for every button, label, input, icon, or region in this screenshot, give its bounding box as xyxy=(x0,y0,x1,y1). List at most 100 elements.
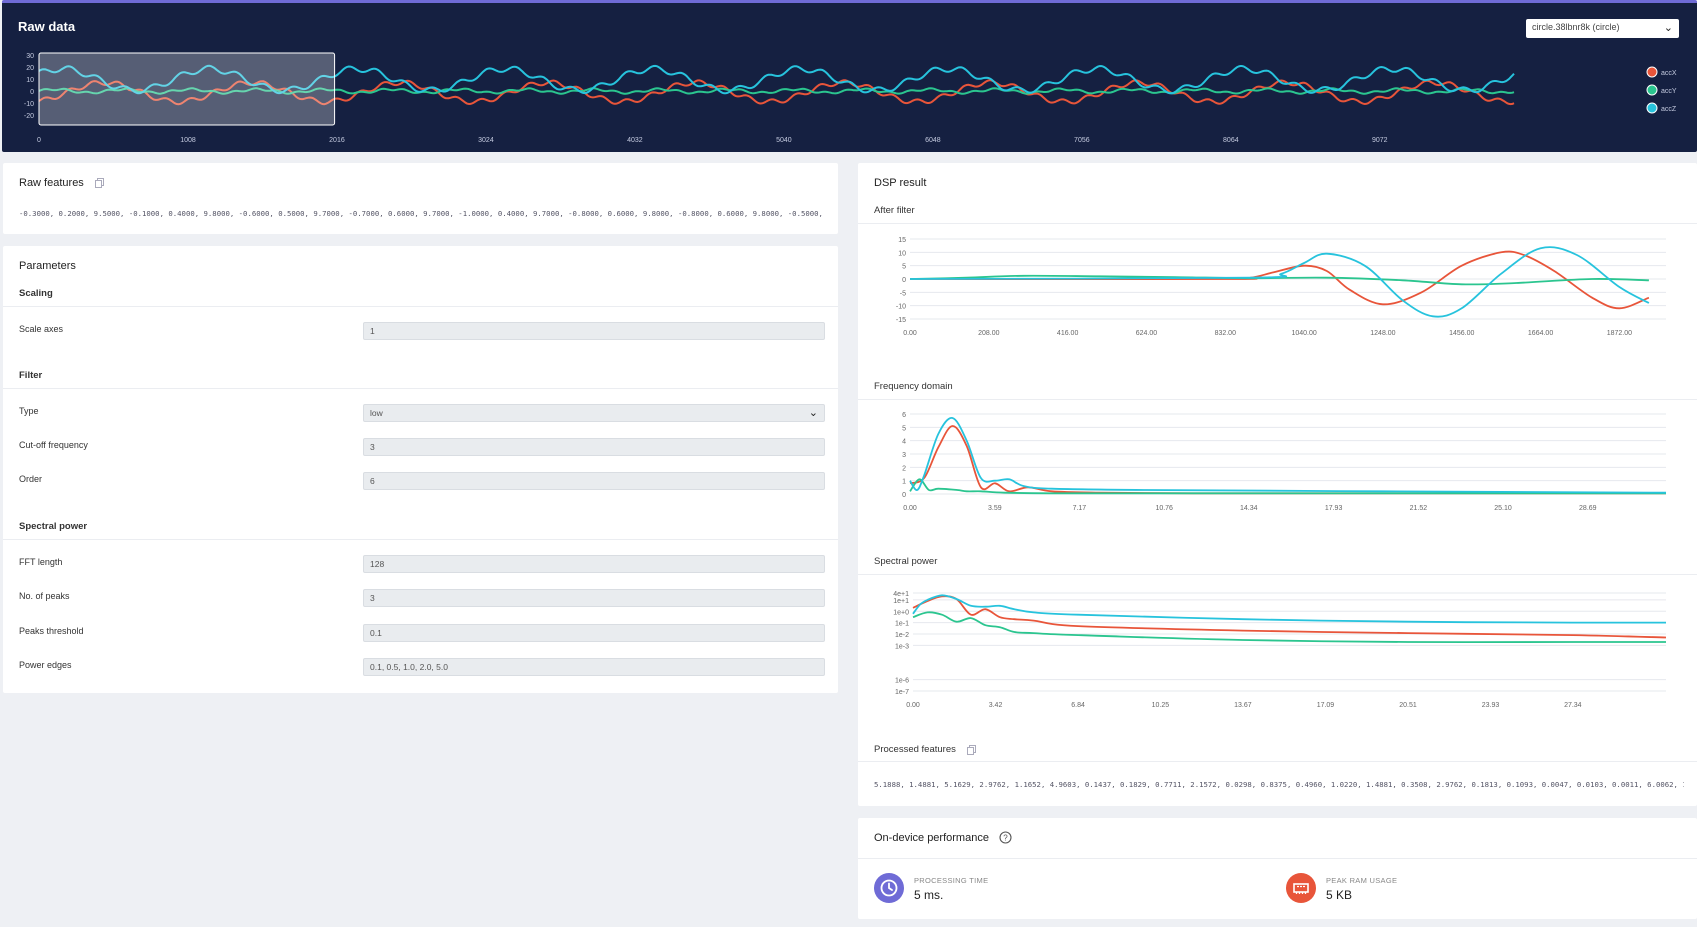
y-tick-label: 30 xyxy=(26,53,34,60)
legend-label: accZ xyxy=(1661,106,1677,113)
x-tick-label: 20.51 xyxy=(1399,702,1417,709)
x-tick-label: 10.25 xyxy=(1152,702,1170,709)
filter-type-value: low xyxy=(370,408,383,418)
x-tick-label: 0.00 xyxy=(903,330,917,337)
divider xyxy=(858,223,1697,224)
x-tick-label: 624.00 xyxy=(1136,330,1158,337)
raw-data-chart[interactable]: 30 20 10 0 -10 -20 0 1008 2016 3024 4032 5040 6048 70… xyxy=(2,3,1697,155)
x-tick-label: 25.10 xyxy=(1494,505,1512,512)
raw-features-card: Raw features -0.3000, 0.2000, 9.5000, -0… xyxy=(3,163,838,234)
scaling-section-title: Scaling xyxy=(19,288,53,299)
fft-length-label: FFT length xyxy=(19,557,63,567)
y-tick-label: 5 xyxy=(902,264,906,271)
legend-label: accY xyxy=(1661,88,1677,95)
order-input[interactable]: 6 xyxy=(363,472,825,490)
spectral-section-title: Spectral power xyxy=(19,521,88,532)
chevron-down-icon: ⌄ xyxy=(1663,22,1673,34)
performance-title: On-device performance xyxy=(874,832,989,844)
x-tick-label: 9072 xyxy=(1372,137,1388,144)
raw-features-title: Raw features xyxy=(19,177,84,189)
frequency-domain-chart[interactable]: 6 5 4 3 2 1 0 0.00 3.59 7.17 10.76 14.34 17.93 21.52 2… xyxy=(858,403,1697,543)
x-tick-label: 6048 xyxy=(925,137,941,144)
y-tick-label: 1e-7 xyxy=(895,689,909,696)
x-tick-label: 17.09 xyxy=(1317,702,1335,709)
x-tick-label: 7.17 xyxy=(1073,505,1087,512)
divider xyxy=(858,574,1697,575)
power-edges-input[interactable]: 0.1, 0.5, 1.0, 2.0, 5.0 xyxy=(363,658,825,676)
num-peaks-input[interactable]: 3 xyxy=(363,589,825,607)
x-tick-label: 6.84 xyxy=(1071,702,1085,709)
y-tick-label: 1e+0 xyxy=(893,609,909,616)
x-tick-label: 0.00 xyxy=(903,505,917,512)
clock-icon xyxy=(874,873,904,903)
x-tick-label: 13.67 xyxy=(1234,702,1252,709)
y-tick-label: -15 xyxy=(896,317,906,324)
series-line-accX xyxy=(909,250,1650,310)
y-tick-label: 5 xyxy=(902,425,906,432)
window-selection xyxy=(38,52,336,126)
help-icon[interactable]: ? xyxy=(999,831,1012,844)
divider xyxy=(3,306,838,307)
x-tick-label: 1872.00 xyxy=(1607,330,1632,337)
parameters-card: Parameters Scaling Scale axes 1 Filter T… xyxy=(3,246,838,693)
series-line-accX xyxy=(909,425,1666,495)
num-peaks-label: No. of peaks xyxy=(19,591,70,601)
y-tick-label: 1 xyxy=(902,479,906,486)
y-tick-label: 1e-1 xyxy=(895,621,909,628)
filter-type-select[interactable]: low ⌄ xyxy=(363,404,825,422)
legend-marker xyxy=(1646,66,1658,78)
y-tick-label: 20 xyxy=(26,65,34,72)
raw-features-values: -0.3000, 0.2000, 9.5000, -0.1000, 0.4000… xyxy=(19,209,825,218)
copy-icon[interactable] xyxy=(967,745,976,755)
divider xyxy=(3,388,838,389)
copy-icon[interactable] xyxy=(95,178,104,188)
power-edges-label: Power edges xyxy=(19,660,72,670)
processing-time-value: 5 ms. xyxy=(914,888,944,902)
series-line-accX xyxy=(912,595,1667,639)
x-tick-label: 21.52 xyxy=(1410,505,1428,512)
y-tick-label: 6 xyxy=(902,412,906,419)
peaks-threshold-input[interactable]: 0.1 xyxy=(363,624,825,642)
legend-marker xyxy=(1646,102,1658,114)
dsp-result-card: DSP result After filter 15 10 5 0 -5 -10 -15 0.… xyxy=(858,163,1697,806)
x-tick-label: 3024 xyxy=(478,137,494,144)
x-tick-label: 416.00 xyxy=(1057,330,1079,337)
spectral-power-chart[interactable]: 4e+11e+11e+01e-11e-21e-31e-61e-70.00 3.42… xyxy=(858,579,1697,715)
series-line-accY xyxy=(912,611,1666,644)
y-tick-label: -5 xyxy=(900,290,906,297)
x-tick-label: 208.00 xyxy=(978,330,1000,337)
y-tick-label: 1e-2 xyxy=(895,632,909,639)
legend-marker xyxy=(1646,84,1658,96)
x-tick-label: 1456.00 xyxy=(1449,330,1474,337)
y-tick-label: 10 xyxy=(898,250,906,257)
x-tick-label: 5040 xyxy=(776,137,792,144)
filter-type-label: Type xyxy=(19,406,39,416)
x-tick-label: 27.34 xyxy=(1564,702,1582,709)
x-tick-label: 23.93 xyxy=(1482,702,1500,709)
fft-length-input[interactable]: 128 xyxy=(363,555,825,573)
x-tick-label: 3.59 xyxy=(988,505,1002,512)
x-tick-label: 17.93 xyxy=(1325,505,1343,512)
x-tick-label: 0.00 xyxy=(906,702,920,709)
divider xyxy=(3,539,838,540)
frequency-domain-title: Frequency domain xyxy=(874,381,953,392)
order-label: Order xyxy=(19,474,43,484)
after-filter-chart[interactable]: 15 10 5 0 -5 -10 -15 0.00 208.00 416.00 624.00 832.… xyxy=(858,229,1697,349)
after-filter-title: After filter xyxy=(874,205,915,216)
x-tick-label: 1008 xyxy=(180,137,196,144)
filter-section-title: Filter xyxy=(19,370,43,381)
cutoff-frequency-input[interactable]: 3 xyxy=(363,438,825,456)
x-tick-label: 832.00 xyxy=(1215,330,1237,337)
x-tick-label: 8064 xyxy=(1223,137,1239,144)
processed-features-title: Processed features xyxy=(874,744,956,755)
divider xyxy=(858,858,1697,859)
x-tick-label: 1664.00 xyxy=(1528,330,1553,337)
y-tick-label: -20 xyxy=(24,113,34,120)
x-tick-label: 0 xyxy=(37,137,41,144)
scale-axes-input[interactable]: 1 xyxy=(363,322,825,340)
sample-select[interactable]: circle.38lbnr8k (circle) ⌄ xyxy=(1526,19,1679,38)
y-tick-label: 1e-3 xyxy=(895,643,909,650)
x-tick-label: 7056 xyxy=(1074,137,1090,144)
chevron-down-icon: ⌄ xyxy=(808,407,818,419)
peaks-threshold-label: Peaks threshold xyxy=(19,626,84,636)
